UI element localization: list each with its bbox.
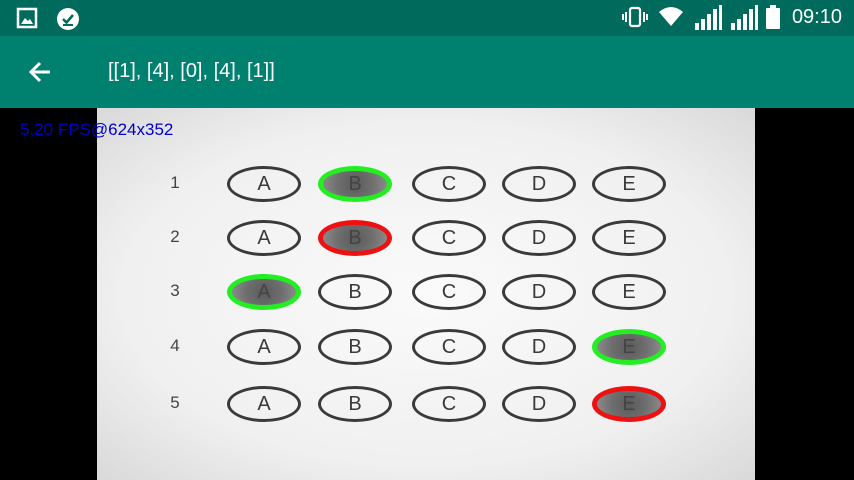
signal-icon-2 [730, 5, 758, 30]
answer-bubble-4-e: E [592, 329, 666, 365]
answer-bubble-5-c: C [412, 386, 486, 422]
battery-icon [765, 5, 780, 29]
camera-preview: 1ABCDE2ABCDE3ABCDE4ABCDE5ABCDE 5,20 FPS@… [0, 108, 854, 480]
arrow-back-icon[interactable] [22, 54, 58, 90]
answer-bubble-2-e: E [592, 220, 666, 256]
answer-bubble-3-d: D [502, 274, 576, 310]
answer-bubble-3-e: E [592, 274, 666, 310]
vibrate-icon [621, 5, 648, 29]
question-number: 4 [170, 336, 180, 355]
answer-bubble-5-b: B [318, 386, 392, 422]
answer-bubble-4-b: B [318, 329, 392, 365]
page-title: [[1], [4], [0], [4], [1]] [108, 60, 275, 82]
fps-counter: 5,20 FPS@624x352 [20, 120, 174, 139]
answer-bubble-5-e: E [592, 386, 666, 422]
answer-bubble-2-d: D [502, 220, 576, 256]
question-number: 1 [170, 173, 180, 192]
answer-sheet: 1ABCDE2ABCDE3ABCDE4ABCDE5ABCDE [97, 108, 755, 480]
clock: 09:10 [791, 5, 842, 28]
answer-bubble-5-d: D [502, 386, 576, 422]
signal-icon [694, 5, 722, 30]
answer-bubble-2-c: C [412, 220, 486, 256]
wifi-icon [658, 5, 683, 29]
question-number: 5 [170, 393, 180, 412]
answer-bubble-2-b: B [318, 220, 392, 256]
question-number: 2 [170, 227, 180, 246]
image-icon [16, 7, 40, 31]
answer-bubble-3-b: B [318, 274, 392, 310]
answer-bubble-1-e: E [592, 166, 666, 202]
answer-bubble-4-a: A [227, 329, 301, 365]
download-done-icon [56, 7, 80, 31]
answer-bubble-3-c: C [412, 274, 486, 310]
answer-bubble-4-c: C [412, 329, 486, 365]
answer-bubble-4-d: D [502, 329, 576, 365]
app-bar: [[1], [4], [0], [4], [1]] [0, 36, 854, 108]
question-number: 3 [170, 281, 180, 300]
answer-bubble-1-c: C [412, 166, 486, 202]
answer-bubble-1-d: D [502, 166, 576, 202]
answer-bubble-5-a: A [227, 386, 301, 422]
status-bar: 09:10 [0, 0, 854, 36]
answer-bubble-3-a: A [227, 274, 301, 310]
answer-bubble-2-a: A [227, 220, 301, 256]
answer-bubble-1-b: B [318, 166, 392, 202]
answer-bubble-1-a: A [227, 166, 301, 202]
